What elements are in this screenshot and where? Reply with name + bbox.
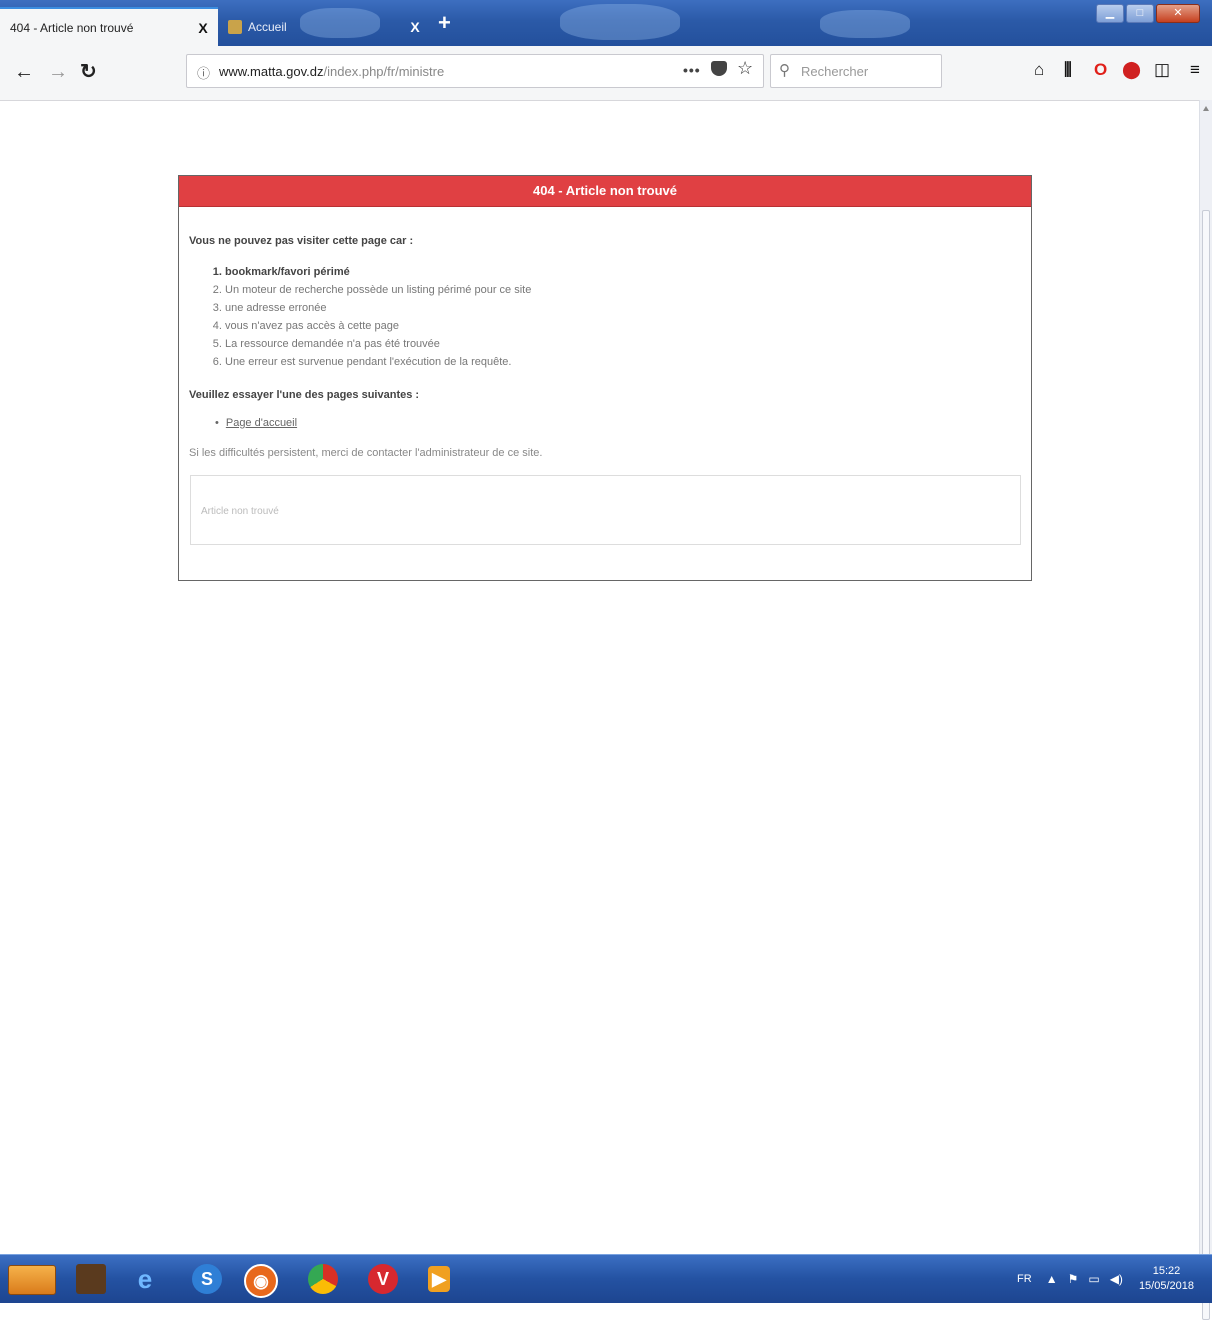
vivaldi-icon[interactable]: V <box>368 1264 398 1294</box>
list-item: une adresse erronée <box>225 299 1021 317</box>
forward-arrow-icon[interactable]: → <box>48 60 68 84</box>
tray-expand-icon[interactable]: ▲ <box>1046 1272 1058 1286</box>
pocket-icon[interactable] <box>711 61 727 76</box>
tab-accueil[interactable]: Accueil X <box>218 7 430 46</box>
sidebar-icon[interactable]: ◫ <box>1154 60 1170 80</box>
tab-title: Accueil <box>248 19 287 34</box>
firefox-icon[interactable]: ◉ <box>244 1264 278 1298</box>
volume-icon[interactable]: ◀) <box>1110 1272 1123 1286</box>
site-favicon-icon <box>228 19 242 34</box>
network-icon[interactable]: ▭ <box>1088 1272 1099 1286</box>
system-tray: FR ▲ ⚑ ▭ ◀) 15:22 15/05/2018 <box>1017 1255 1212 1303</box>
browser-app-icon[interactable]: S <box>192 1264 222 1294</box>
list-item: vous n'avez pas accès à cette page <box>225 317 1021 335</box>
error-body: Vous ne pouvez pas visiter cette page ca… <box>179 207 1031 459</box>
address-bar[interactable]: ⓘ www.matta.gov.dz/index.php/fr/ministre… <box>186 54 764 88</box>
search-placeholder: Rechercher <box>801 64 869 79</box>
menu-icon[interactable]: ≡ <box>1190 60 1200 80</box>
clock-time: 15:22 <box>1152 1265 1181 1277</box>
bookmark-star-icon[interactable]: ☆ <box>737 58 753 79</box>
opera-icon[interactable]: O <box>1094 60 1107 80</box>
background-decoration <box>560 4 680 40</box>
chrome-icon[interactable] <box>308 1264 338 1294</box>
reasons-list: bookmark/favori périmé Un moteur de rech… <box>189 263 1021 371</box>
language-indicator[interactable]: FR <box>1017 1273 1032 1285</box>
try-pages-heading: Veuillez essayer l'une des pages suivant… <box>189 389 420 401</box>
links-list: Page d'accueil <box>189 417 1021 429</box>
search-icon: ⚲ <box>779 62 790 79</box>
site-info-icon[interactable]: ⓘ <box>197 63 210 82</box>
maximize-button[interactable]: □ <box>1126 4 1154 23</box>
clock[interactable]: 15:22 15/05/2018 <box>1139 1264 1194 1294</box>
scroll-up-arrow-icon[interactable] <box>1203 106 1209 111</box>
list-item: La ressource demandée n'a pas été trouvé… <box>225 335 1021 353</box>
list-item: bookmark/favori périmé <box>225 263 1021 281</box>
action-center-flag-icon[interactable]: ⚑ <box>1068 1272 1079 1286</box>
search-bar[interactable]: ⚲ Rechercher <box>770 54 942 88</box>
taskbar: e S ◉ V ▶ FR ▲ ⚑ ▭ ◀) 15:22 15/05/2018 <box>0 1254 1212 1303</box>
list-item: Page d'accueil <box>215 417 1021 429</box>
library-icon[interactable]: ⫼ <box>1064 60 1072 80</box>
url-text: www.matta.gov.dz/index.php/fr/ministre <box>219 64 444 79</box>
error-lead: Vous ne pouvez pas visiter cette page ca… <box>189 235 414 247</box>
home-icon[interactable]: ⌂ <box>1034 60 1044 80</box>
contact-note: Si les difficultés persistent, merci de … <box>189 447 543 459</box>
url-domain: www.matta.gov.dz <box>219 64 324 79</box>
url-path: /index.php/fr/ministre <box>323 64 445 79</box>
home-page-link[interactable]: Page d'accueil <box>226 417 297 429</box>
article-panel: Article non trouvé <box>190 475 1021 545</box>
list-item: Un moteur de recherche possède un listin… <box>225 281 1021 299</box>
reload-icon[interactable]: ↻ <box>80 60 97 84</box>
tab-404-article[interactable]: 404 - Article non trouvé X <box>0 7 218 46</box>
tab-title: 404 - Article non trouvé <box>10 20 134 35</box>
panel-text: Article non trouvé <box>201 506 279 517</box>
start-button[interactable] <box>8 1265 56 1295</box>
close-window-button[interactable]: ✕ <box>1156 4 1200 23</box>
back-arrow-icon[interactable]: ← <box>14 60 34 84</box>
list-item: Une erreur est survenue pendant l'exécut… <box>225 353 1021 371</box>
background-decoration <box>820 10 910 38</box>
internet-explorer-icon[interactable]: e <box>130 1264 160 1294</box>
tab-close-button[interactable]: X <box>400 19 430 35</box>
scrollbar-thumb[interactable] <box>1202 210 1210 1320</box>
browser-title-bar: 404 - Article non trouvé X Accueil X + ▁… <box>0 0 1212 46</box>
page-actions-icon[interactable]: ••• <box>683 62 701 78</box>
stop-sign-icon[interactable]: ⬤ <box>1122 60 1141 80</box>
error-box: 404 - Article non trouvé Vous ne pouvez … <box>178 175 1032 581</box>
explorer-icon[interactable] <box>76 1264 106 1294</box>
media-player-icon[interactable]: ▶ <box>428 1266 450 1292</box>
error-header: 404 - Article non trouvé <box>179 176 1031 207</box>
new-tab-button[interactable]: + <box>438 10 451 36</box>
vertical-scrollbar[interactable] <box>1199 100 1212 1320</box>
window-controls: ▁ □ ✕ <box>1096 4 1200 23</box>
minimize-button[interactable]: ▁ <box>1096 4 1124 23</box>
navigation-toolbar: ← → ↻ ⓘ www.matta.gov.dz/index.php/fr/mi… <box>0 46 1212 101</box>
tab-close-button[interactable]: X <box>188 20 218 36</box>
clock-date: 15/05/2018 <box>1138 1280 1194 1292</box>
